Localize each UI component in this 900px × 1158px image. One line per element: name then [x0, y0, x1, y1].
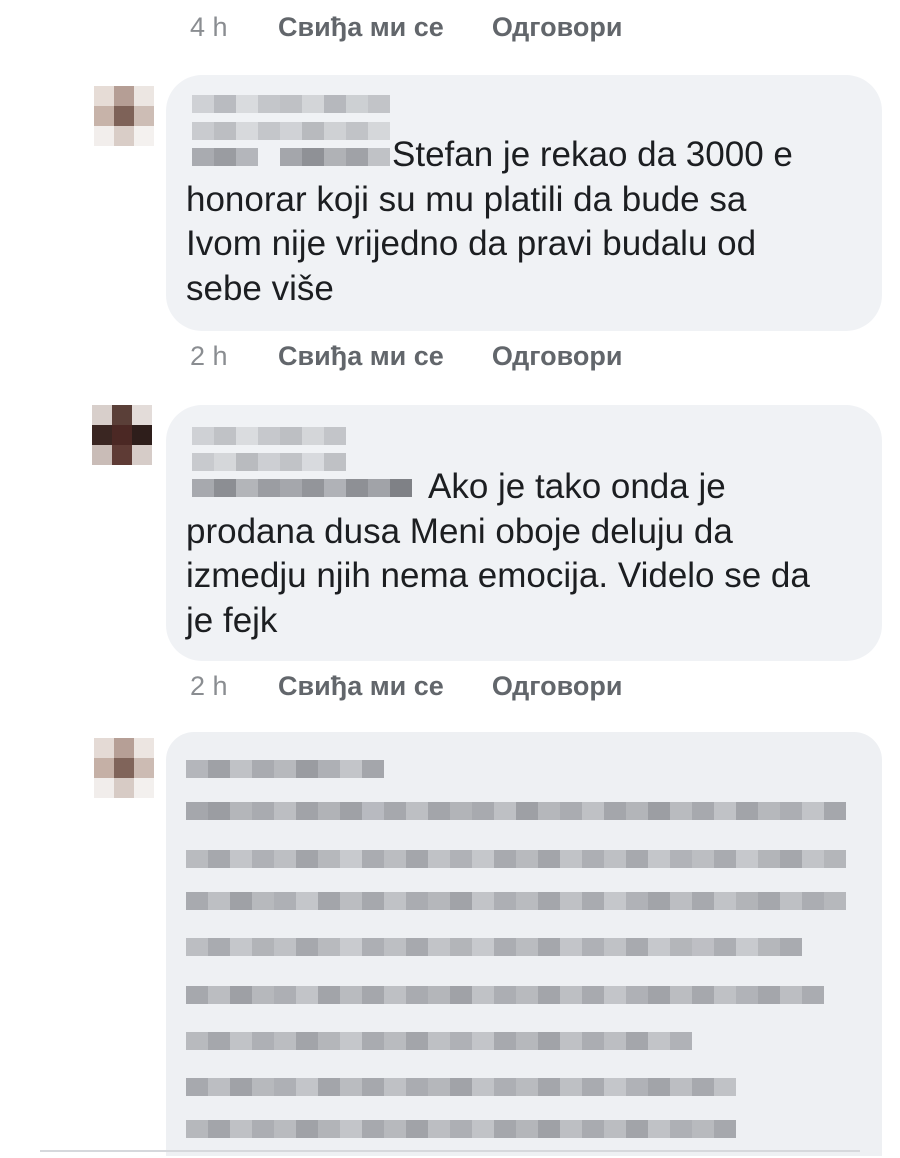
blurred-text	[186, 850, 846, 868]
blurred-text	[186, 1078, 736, 1096]
comment-bubble-pixelated	[166, 732, 882, 1156]
comment-bubble: Stefan je rekao da 3000 e honorar koji s…	[166, 75, 882, 331]
avatar[interactable]	[94, 738, 154, 798]
comment-actions: 2 h Свиђа ми се Одговори	[190, 336, 623, 376]
reply-button[interactable]: Одговори	[492, 671, 623, 702]
comment-text: Stefan je rekao da 3000 e honorar koji s…	[186, 135, 793, 308]
comment-actions: 4 h Свиђа ми се Одговори	[190, 7, 623, 47]
like-button[interactable]: Свиђа ми се	[278, 671, 444, 702]
comment-bubble: Ako je tako onda je prodana dusa Meni ob…	[166, 405, 882, 661]
like-button[interactable]: Свиђа ми се	[278, 12, 444, 43]
commenter-name-blurred[interactable]	[192, 427, 346, 445]
blurred-text	[186, 1120, 736, 1138]
comment-time[interactable]: 2 h	[190, 671, 278, 702]
commenter-name-blurred[interactable]	[192, 95, 390, 113]
avatar[interactable]	[94, 86, 154, 146]
comment-time[interactable]: 4 h	[190, 12, 278, 43]
blurred-text	[186, 892, 846, 910]
commenter-name-blurred[interactable]	[186, 760, 384, 778]
comment-text: Ako je tako onda je prodana dusa Meni ob…	[186, 467, 810, 640]
comment-actions: 2 h Свиђа ми се Одговори	[190, 666, 623, 706]
like-button[interactable]: Свиђа ми се	[278, 341, 444, 372]
avatar[interactable]	[92, 405, 152, 465]
divider	[40, 1150, 860, 1152]
blurred-text	[186, 1032, 692, 1050]
comment-time[interactable]: 2 h	[190, 341, 278, 372]
reply-button[interactable]: Одговори	[492, 341, 623, 372]
reply-button[interactable]: Одговори	[492, 12, 623, 43]
blurred-text	[186, 938, 802, 956]
blurred-text	[186, 986, 824, 1004]
blurred-text	[186, 802, 846, 820]
